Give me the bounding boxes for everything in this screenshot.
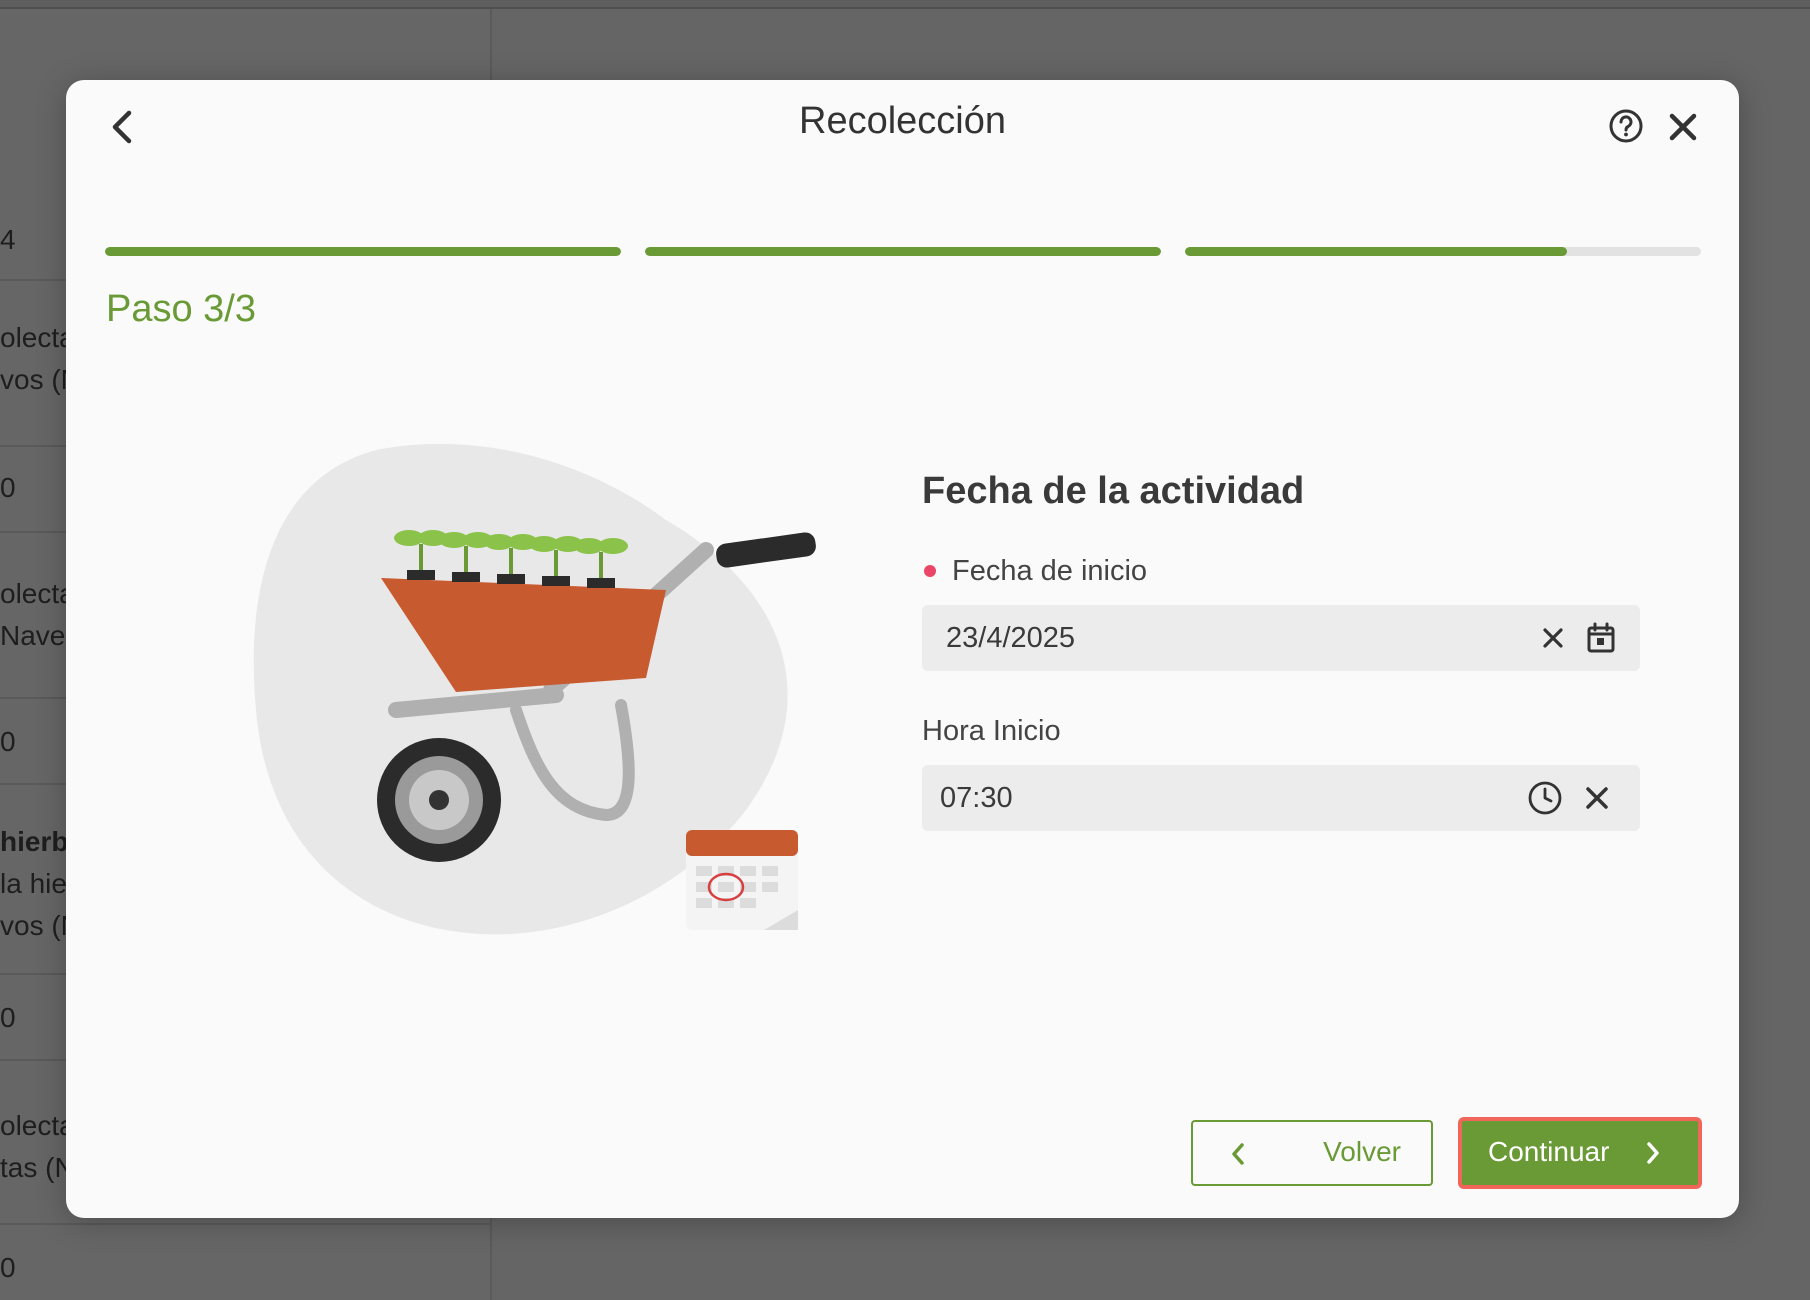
help-button[interactable]	[1606, 106, 1646, 146]
continuar-button[interactable]: Continuar	[1458, 1117, 1702, 1189]
start-time-field[interactable]: 07:30	[922, 765, 1640, 831]
clock-icon[interactable]	[1526, 779, 1564, 817]
activity-date-form: Fecha de la actividad Fecha de inicio 23…	[922, 470, 1642, 831]
clear-icon[interactable]	[1578, 779, 1616, 817]
calendar-icon[interactable]	[1582, 619, 1620, 657]
background-top-bar	[0, 0, 1810, 9]
help-circle-icon	[1609, 109, 1643, 143]
progress-step-3	[1185, 247, 1701, 256]
list-item: 0	[0, 1252, 16, 1283]
progress-step-2	[645, 247, 1161, 256]
progress-step-1	[105, 247, 621, 256]
start-date-value[interactable]: 23/4/2025	[922, 622, 1640, 655]
close-button[interactable]	[1662, 106, 1704, 148]
progress-fill	[645, 247, 1161, 256]
modal-header: Recolección	[66, 80, 1739, 170]
calendar-illustration	[686, 830, 798, 930]
start-time-label-text: Hora Inicio	[922, 714, 1061, 747]
wheelbarrow-illustration	[253, 443, 816, 935]
volver-button[interactable]: Volver	[1191, 1120, 1433, 1186]
chevron-left-icon	[1232, 1143, 1244, 1165]
required-indicator	[924, 565, 936, 577]
volver-label: Volver	[1323, 1136, 1401, 1167]
modal-title: Recolección	[799, 100, 1006, 142]
chevron-right-icon	[1647, 1142, 1659, 1164]
continuar-label: Continuar	[1488, 1136, 1610, 1167]
progress-fill	[105, 247, 621, 256]
start-date-label: Fecha de inicio	[922, 551, 1642, 591]
step-label: Paso 3/3	[106, 288, 256, 330]
start-date-label-text: Fecha de inicio	[952, 554, 1148, 587]
close-icon	[1669, 113, 1697, 141]
start-date-field[interactable]: 23/4/2025	[922, 605, 1640, 671]
start-time-label: Hora Inicio	[922, 711, 1642, 751]
section-title: Fecha de la actividad	[922, 470, 1305, 512]
activity-wizard-modal: Recolección Paso 3/3 Fecha de la activid…	[66, 80, 1739, 1218]
progress-fill	[1185, 247, 1567, 256]
clear-icon[interactable]	[1534, 619, 1572, 657]
